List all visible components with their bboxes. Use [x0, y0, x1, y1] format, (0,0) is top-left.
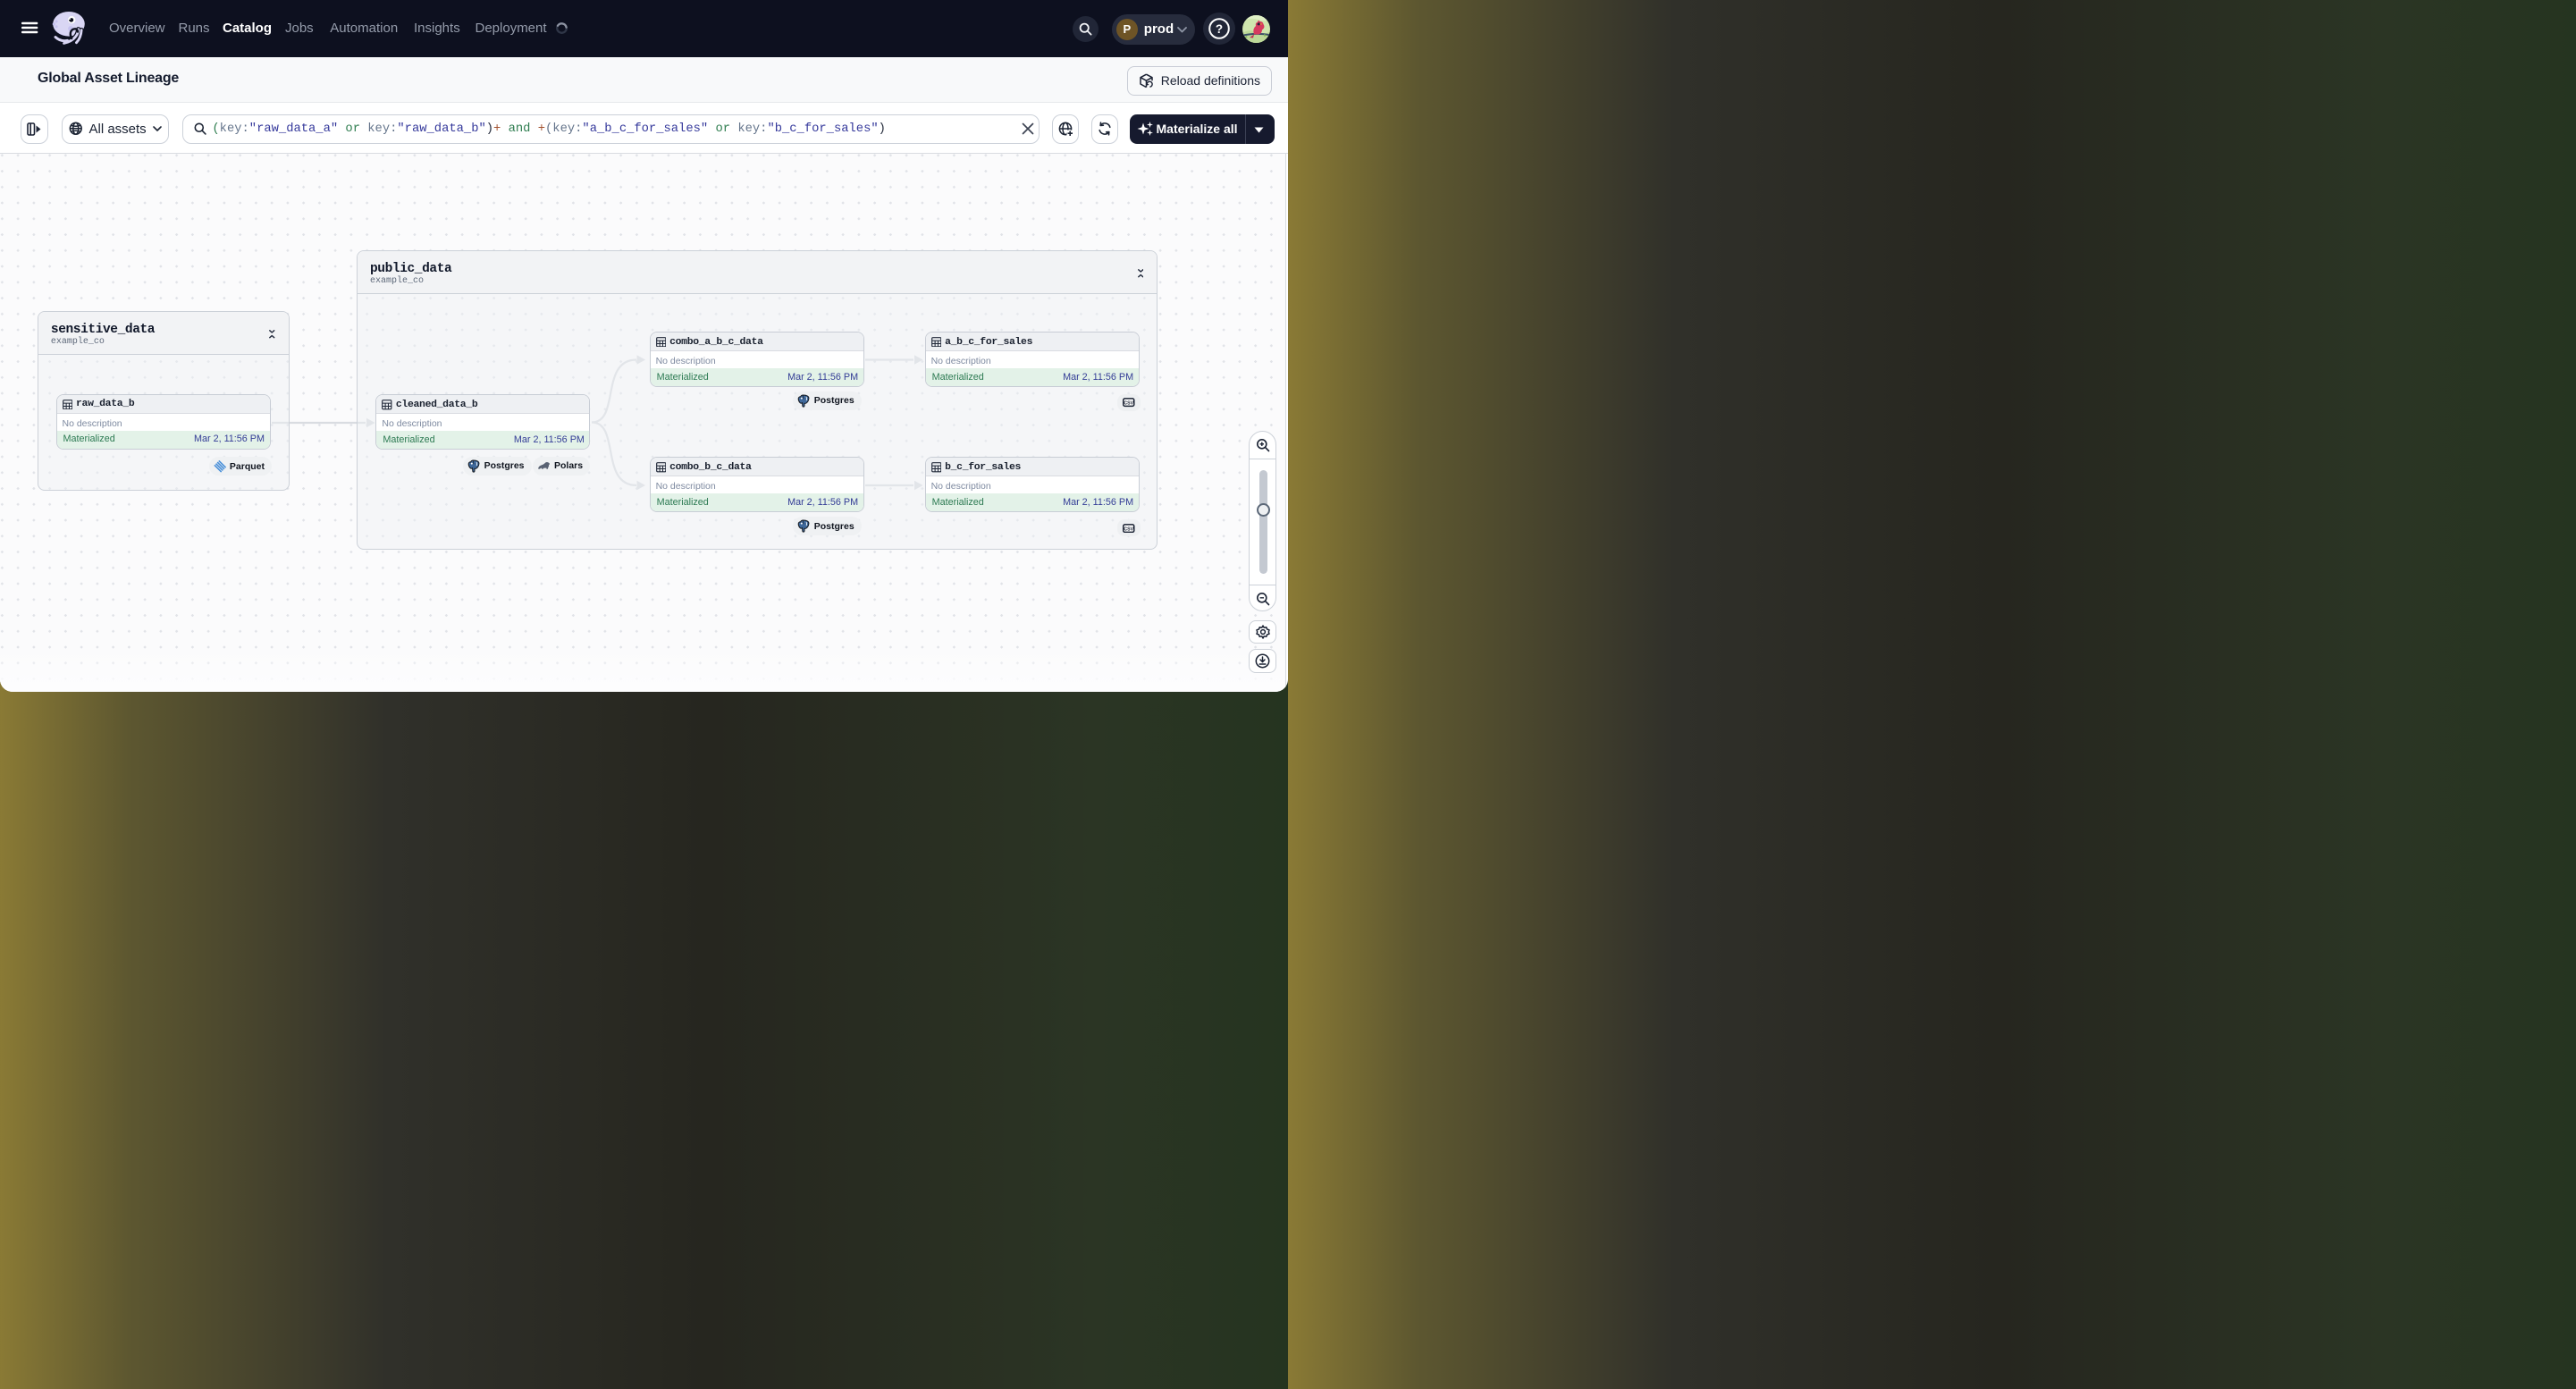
svg-text:?: ?	[1216, 22, 1223, 36]
svg-text:CSV: CSV	[1124, 526, 1133, 532]
svg-text:CSV: CSV	[1124, 401, 1133, 407]
